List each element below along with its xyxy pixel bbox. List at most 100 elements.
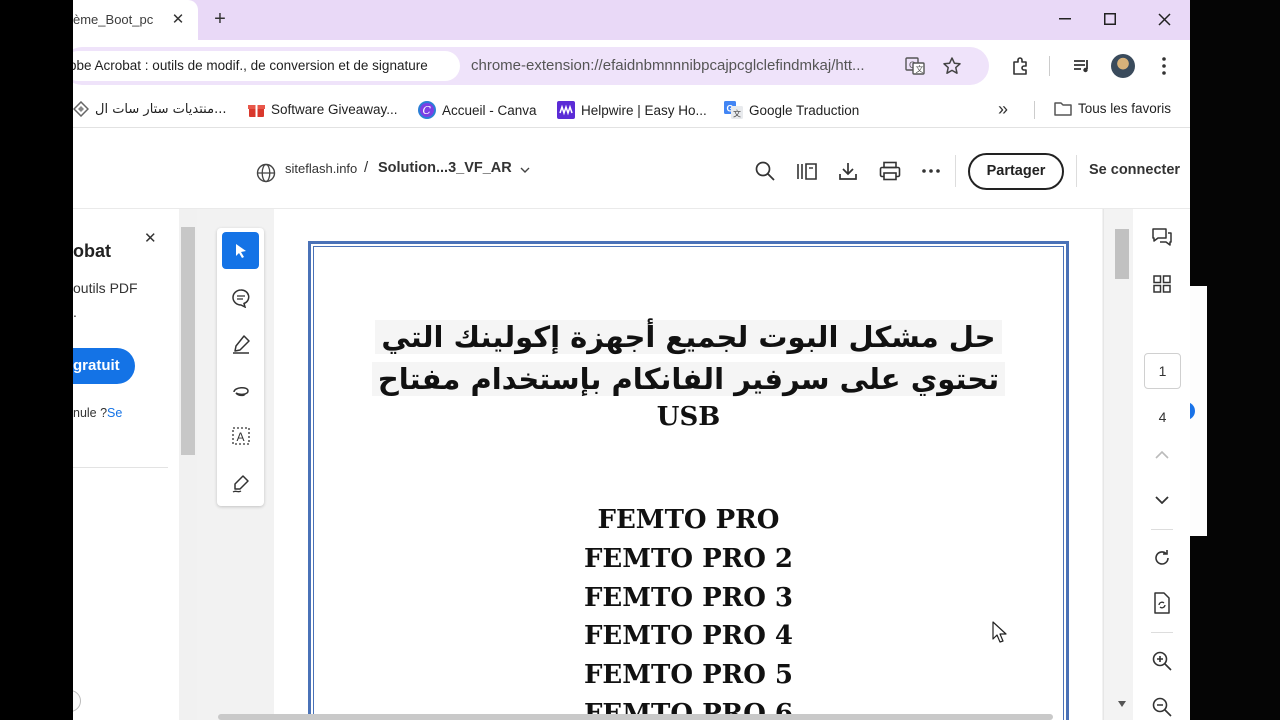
maximize-button[interactable] bbox=[1090, 6, 1130, 32]
usb-heading: USB bbox=[656, 402, 721, 432]
convert-file-button[interactable] bbox=[1147, 588, 1177, 618]
zoom-in-icon bbox=[1152, 651, 1172, 671]
refresh-button[interactable] bbox=[1147, 543, 1177, 573]
sign-tool[interactable] bbox=[222, 464, 259, 501]
extensions-icon[interactable] bbox=[1008, 53, 1034, 79]
text-box-icon: A bbox=[231, 426, 250, 445]
print-icon[interactable] bbox=[877, 158, 903, 184]
tab-close-icon[interactable]: ✕ bbox=[168, 10, 188, 30]
all-favorites-folder[interactable]: Tous les favoris bbox=[1054, 101, 1171, 116]
rail-divider bbox=[1151, 632, 1173, 633]
try-free-button[interactable]: gratuit bbox=[73, 348, 135, 384]
rail-divider bbox=[1151, 529, 1173, 530]
model-line: FEMTO PRO bbox=[597, 505, 780, 535]
zoom-out-icon bbox=[1152, 697, 1172, 717]
close-window-button[interactable] bbox=[1144, 6, 1184, 32]
panel-round-button[interactable] bbox=[73, 690, 81, 712]
header-divider bbox=[1076, 155, 1077, 187]
draw-tool[interactable] bbox=[222, 371, 259, 408]
search-icon[interactable] bbox=[752, 158, 778, 184]
arabic-heading-text: حل مشكل البوت لجميع أجهزة إكولينك التي bbox=[375, 320, 1002, 354]
bookmark-google-translate[interactable]: G文 Google Traduction bbox=[724, 101, 859, 119]
current-page-input[interactable]: 1 bbox=[1144, 353, 1181, 389]
panel-scrollbar-thumb[interactable] bbox=[181, 227, 195, 455]
svg-text:C: C bbox=[423, 104, 432, 117]
arabic-heading-line-1: حل مشكل البوت لجميع أجهزة إكولينك التي bbox=[313, 320, 1064, 354]
comment-icon bbox=[231, 288, 249, 308]
document-scrollbar[interactable] bbox=[1103, 209, 1133, 720]
bookmark-canva[interactable]: C Accueil - Canva bbox=[418, 101, 537, 119]
bookmark-startimes[interactable]: منتديات ستار سات ال... bbox=[73, 101, 226, 117]
zoom-out-button[interactable] bbox=[1147, 692, 1177, 720]
panel-divider bbox=[73, 467, 168, 468]
horizontal-scrollbar-thumb[interactable] bbox=[218, 714, 1053, 720]
freehand-icon bbox=[232, 386, 249, 396]
gift-icon bbox=[248, 105, 265, 117]
signature-pen-icon bbox=[232, 474, 249, 493]
new-tab-button[interactable]: + bbox=[208, 8, 232, 32]
left-black-region bbox=[0, 0, 73, 720]
bookmarks-overflow-button[interactable]: » bbox=[998, 99, 1008, 120]
panel-footer-link[interactable]: Se bbox=[107, 406, 122, 420]
download-icon[interactable] bbox=[835, 158, 861, 184]
omnibox[interactable]: obe Acrobat : outils de modif., de conve… bbox=[73, 47, 989, 85]
site-info-chip[interactable]: obe Acrobat : outils de modif., de conve… bbox=[73, 51, 460, 81]
promo-panel: obat ✕ outils PDF . gratuit nule ? Se bbox=[73, 209, 179, 720]
thumbnails-button[interactable] bbox=[1147, 269, 1177, 299]
document-scrollbar-thumb[interactable] bbox=[1115, 229, 1129, 279]
url-text[interactable]: chrome-extension://efaidnbmnnnibpcajpcgl… bbox=[471, 57, 865, 74]
comment-tool[interactable] bbox=[222, 279, 259, 316]
media-controls-icon[interactable] bbox=[1069, 53, 1095, 79]
bookmark-software-giveaway[interactable]: Software Giveaway... bbox=[248, 101, 398, 118]
toolbar-divider bbox=[1049, 56, 1050, 76]
bookmark-label: Google Traduction bbox=[749, 102, 860, 118]
svg-text:A: A bbox=[236, 430, 244, 444]
maximize-icon bbox=[1104, 13, 1116, 25]
next-page-button[interactable] bbox=[1147, 485, 1177, 515]
minimize-button[interactable] bbox=[1045, 6, 1085, 32]
arabic-heading-text: تحتوي على سرفير الفانكام بإستخدام مفتاح bbox=[371, 362, 1006, 396]
tab-active[interactable]: ème_Boot_pc ✕ bbox=[73, 0, 198, 40]
globe-icon bbox=[256, 163, 276, 183]
sign-in-link[interactable]: Se connecter bbox=[1089, 162, 1180, 178]
panel-scrollbar[interactable] bbox=[179, 209, 197, 720]
panel-title: obat bbox=[73, 241, 111, 261]
select-tool[interactable] bbox=[222, 232, 259, 269]
chevron-up-icon bbox=[1155, 451, 1169, 459]
bookmark-label: Accueil - Canva bbox=[442, 102, 537, 118]
text-tool[interactable]: A bbox=[222, 417, 259, 454]
comments-icon bbox=[1152, 228, 1172, 246]
acrobat-header: siteflash.info / Solution...3_VF_AR Part… bbox=[73, 133, 1190, 209]
all-favorites-label: Tous les favoris bbox=[1078, 101, 1172, 116]
profile-avatar[interactable] bbox=[1111, 54, 1135, 78]
document-filename[interactable]: Solution...3_VF_AR bbox=[378, 160, 512, 176]
breadcrumb-domain[interactable]: siteflash.info bbox=[285, 161, 357, 176]
breadcrumb-separator: / bbox=[364, 159, 369, 176]
google-translate-icon: G文 bbox=[724, 101, 743, 119]
panel-description: outils PDF bbox=[73, 280, 138, 296]
comments-panel-button[interactable] bbox=[1147, 222, 1177, 252]
bookmark-label: منتديات ستار سات ال... bbox=[95, 101, 227, 117]
more-menu-icon[interactable] bbox=[1151, 53, 1177, 79]
minimize-icon bbox=[1059, 18, 1071, 20]
previous-page-button[interactable] bbox=[1147, 440, 1177, 470]
highlighter-icon bbox=[232, 334, 250, 354]
canva-icon: C bbox=[418, 101, 436, 119]
bookmark-helpwire[interactable]: Helpwire | Easy Ho... bbox=[557, 101, 707, 119]
file-convert-icon bbox=[1154, 592, 1170, 614]
zoom-in-button[interactable] bbox=[1147, 646, 1177, 676]
panel-close-icon[interactable]: ✕ bbox=[144, 229, 157, 247]
scroll-down-arrow-icon[interactable] bbox=[1117, 700, 1127, 708]
bookmark-star-icon[interactable] bbox=[939, 53, 965, 79]
helpwire-icon bbox=[557, 101, 575, 119]
chevron-down-icon[interactable] bbox=[520, 167, 530, 173]
reading-mode-icon[interactable] bbox=[794, 158, 820, 184]
translate-icon[interactable]: G文 bbox=[902, 53, 928, 79]
tab-title: ème_Boot_pc bbox=[73, 12, 154, 27]
more-options-icon[interactable] bbox=[918, 158, 944, 184]
chevron-down-icon bbox=[1155, 496, 1169, 504]
arabic-heading-line-2: تحتوي على سرفير الفانكام بإستخدام مفتاح bbox=[313, 362, 1064, 396]
panel-footer-text: nule ? bbox=[73, 406, 108, 420]
highlight-tool[interactable] bbox=[222, 325, 259, 362]
share-button[interactable]: Partager bbox=[968, 153, 1064, 190]
